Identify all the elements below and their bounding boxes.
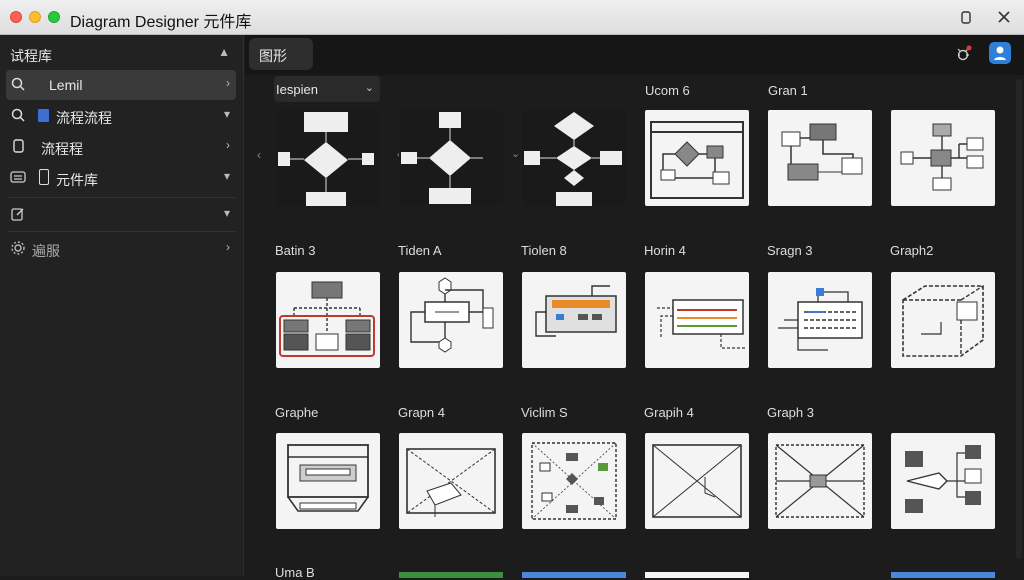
diagram-thumbnail[interactable] — [522, 110, 626, 206]
diagram-thumbnail-partial[interactable] — [891, 572, 995, 578]
diagram-thumbnail[interactable] — [645, 272, 749, 368]
phone-icon — [39, 169, 49, 185]
diagram-thumbnail[interactable] — [645, 110, 749, 206]
sidebar-item-components[interactable]: 元件库 ▾ — [6, 163, 236, 193]
chevron-left-icon[interactable]: ‹ — [257, 148, 261, 162]
gear-icon — [10, 240, 28, 258]
window-title: Diagram Designer 元件库 — [70, 14, 252, 31]
diagram-thumbnail-partial[interactable] — [522, 572, 626, 578]
card-title: Graphe — [275, 405, 319, 420]
diagram-thumbnail-partial[interactable] — [645, 572, 749, 578]
chevron-down-icon: ⌄ — [364, 82, 374, 94]
sidebar-item-label: 遍服 — [32, 243, 60, 259]
sidebar-item-edit[interactable]: ▾ — [6, 200, 236, 230]
chevron-up-icon: ▲ — [218, 45, 230, 59]
chevron-right-icon: › — [226, 138, 230, 152]
card-title: Viclim S — [521, 405, 568, 420]
sidebar-item-lemil[interactable]: Lemil › — [6, 70, 236, 100]
document-blue-icon — [38, 109, 49, 122]
tab-bar: 图形 — [245, 35, 1024, 75]
card-title: Graph 3 — [767, 405, 814, 420]
sidebar-item-label: 流程程 — [41, 141, 83, 157]
bug-icon[interactable] — [955, 45, 973, 63]
diagram-thumbnail[interactable] — [399, 433, 503, 529]
card-title: Sragn 3 — [767, 243, 813, 258]
app-window: Diagram Designer 元件库 试程库 ▲ Lemil › 流程流程 … — [0, 0, 1024, 580]
avatar[interactable] — [989, 42, 1011, 64]
card-title: Ucom 6 — [645, 83, 690, 98]
chevron-right-icon: › — [226, 76, 230, 90]
card-title: Graph2 — [890, 243, 934, 258]
diagram-thumbnail[interactable] — [399, 110, 503, 206]
diagram-thumbnail[interactable] — [645, 433, 749, 529]
tab-graphics[interactable]: 图形 — [249, 38, 313, 70]
diagram-thumbnail[interactable] — [891, 272, 995, 368]
sidebar-header[interactable]: 试程库 ▲ — [6, 39, 236, 69]
chevron-down-icon: ▾ — [223, 107, 230, 121]
main-panel: 图形 Iespien ⌄ ‹ ‹ ⌄ Ucom 6 — [245, 35, 1024, 580]
search-icon — [10, 76, 28, 94]
diagram-thumbnail[interactable] — [891, 433, 995, 529]
card-title: Tiden A — [398, 243, 442, 258]
minimize-window-button[interactable] — [29, 11, 41, 23]
document-icon — [10, 138, 28, 156]
sidebar-item-label: Lemil — [49, 77, 83, 93]
edit-icon — [10, 206, 28, 224]
title-bar: Diagram Designer 元件库 — [0, 0, 1024, 35]
filter-value: Iespien — [276, 82, 318, 97]
diagram-thumbnail[interactable] — [522, 433, 626, 529]
close-window-button[interactable] — [10, 11, 22, 23]
diagram-thumbnail[interactable] — [276, 272, 380, 368]
diagram-thumbnail[interactable] — [768, 433, 872, 529]
copy-icon[interactable] — [958, 9, 974, 25]
card-title: Gran 1 — [768, 83, 808, 98]
diagram-thumbnail-partial[interactable] — [399, 572, 503, 578]
diagram-thumbnail[interactable] — [276, 433, 380, 529]
diagram-thumbnail[interactable] — [768, 110, 872, 206]
sidebar-item-label: 流程流程 — [56, 110, 112, 126]
card-title: Horin 4 — [644, 243, 686, 258]
sidebar-item-flow[interactable]: 流程流程 ▾ — [6, 101, 236, 131]
divider — [8, 231, 236, 232]
divider — [8, 197, 236, 198]
card-title: Batin 3 — [275, 243, 316, 258]
card-title: Grapih 4 — [644, 405, 694, 420]
sidebar-item-flowchart[interactable]: 流程程 › — [6, 132, 236, 162]
diagram-thumbnail[interactable] — [768, 272, 872, 368]
card-title: Grapn 4 — [398, 405, 445, 420]
close-icon[interactable] — [996, 9, 1012, 25]
card-title: Tiolen 8 — [521, 243, 567, 258]
chevron-down-icon[interactable]: ⌄ — [511, 147, 520, 160]
filter-dropdown[interactable]: Iespien ⌄ — [274, 76, 380, 102]
chevron-right-icon: › — [226, 240, 230, 254]
sidebar-header-label: 试程库 — [10, 48, 52, 64]
sidebar: 试程库 ▲ Lemil › 流程流程 ▾ 流程程 › 元件库 ▾ ▾ 遍服 › — [0, 35, 244, 576]
scrollbar[interactable] — [1016, 79, 1022, 559]
card-title: Uma B — [275, 565, 315, 580]
chevron-down-icon: ▾ — [223, 206, 230, 220]
search-icon — [10, 107, 28, 125]
diagram-thumbnail[interactable] — [276, 110, 380, 206]
list-icon — [10, 169, 28, 187]
sidebar-item-label: 元件库 — [56, 172, 98, 188]
sidebar-item-settings[interactable]: 遍服 › — [6, 234, 236, 264]
maximize-window-button[interactable] — [48, 11, 60, 23]
chevron-down-icon: ▾ — [223, 169, 230, 183]
diagram-thumbnail[interactable] — [522, 272, 626, 368]
diagram-thumbnail[interactable] — [891, 110, 995, 206]
diagram-thumbnail[interactable] — [399, 272, 503, 368]
